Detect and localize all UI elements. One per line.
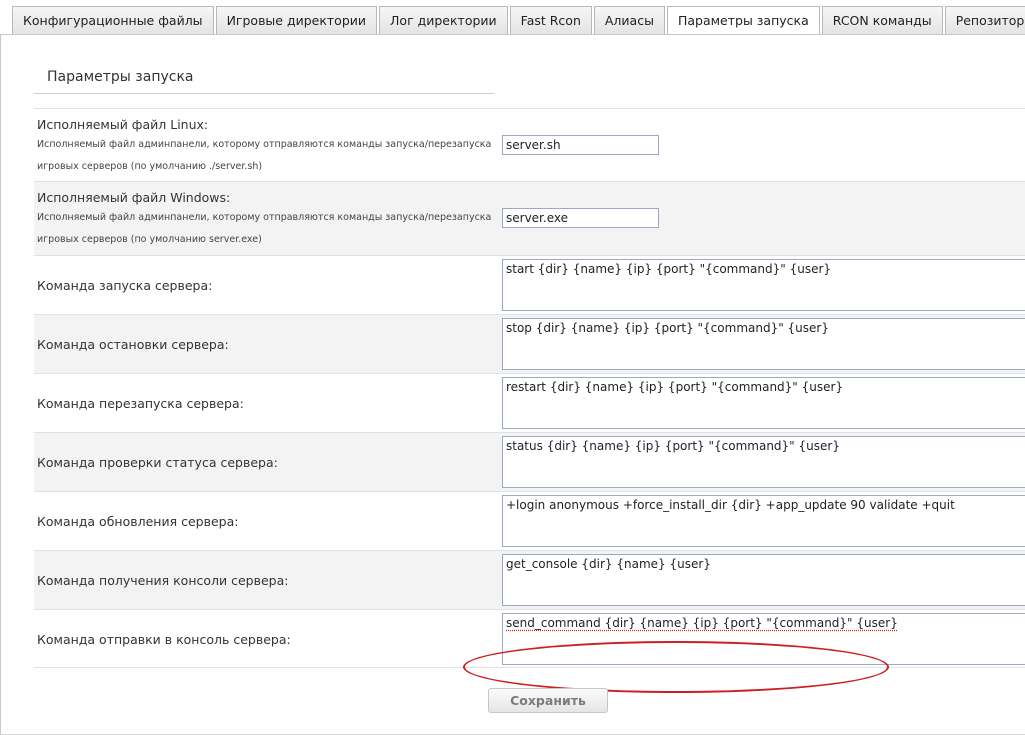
- console-command-label: Команда получения консоли сервера:: [37, 573, 289, 588]
- console-command-input[interactable]: get_console {dir} {name} {user}: [502, 554, 1025, 606]
- status-command-label: Команда проверки статуса сервера:: [37, 455, 278, 470]
- send-command-input[interactable]: send_command {dir} {name} {ip} {port} "{…: [502, 613, 1025, 665]
- form-row-stop-command: Команда остановки сервера: stop {dir} {n…: [34, 314, 1025, 373]
- form-row-restart-command: Команда перезапуска сервера: restart {di…: [34, 373, 1025, 432]
- windows-executable-description: Исполняемый файл админпанели, которому о…: [37, 212, 492, 245]
- form-row-send-command: Команда отправки в консоль сервера: send…: [34, 609, 1025, 668]
- windows-executable-label: Исполняемый файл Windows:: [37, 190, 231, 205]
- form-row-linux-executable: Исполняемый файл Linux: Исполняемый файл…: [34, 108, 1025, 181]
- section-title: Параметры запуска: [47, 69, 194, 85]
- tab-launch-parameters[interactable]: Параметры запуска: [666, 6, 820, 35]
- linux-executable-description: Исполняемый файл админпанели, которому о…: [37, 139, 492, 172]
- save-button[interactable]: Сохранить: [488, 688, 608, 713]
- status-command-input[interactable]: status {dir} {name} {ip} {port} "{comman…: [502, 436, 1025, 488]
- linux-executable-label: Исполняемый файл Linux:: [37, 117, 209, 132]
- start-command-label: Команда запуска сервера:: [37, 278, 213, 293]
- send-command-label: Команда отправки в консоль сервера:: [37, 632, 291, 647]
- windows-executable-input[interactable]: [502, 208, 659, 228]
- stop-command-label: Команда остановки сервера:: [37, 337, 229, 352]
- form-row-status-command: Команда проверки статуса сервера: status…: [34, 432, 1025, 491]
- start-command-input[interactable]: start {dir} {name} {ip} {port} "{command…: [502, 259, 1025, 311]
- tab-aliases[interactable]: Алиасы: [593, 6, 665, 35]
- linux-executable-input[interactable]: [502, 135, 659, 155]
- tab-config-files[interactable]: Конфигурационные файлы: [12, 6, 214, 35]
- settings-panel: Параметры запуска Исполняемый файл Linux…: [0, 34, 1025, 735]
- form-row-start-command: Команда запуска сервера: start {dir} {na…: [34, 255, 1025, 314]
- tab-rcon-commands[interactable]: RCON команды: [821, 6, 943, 35]
- restart-command-label: Команда перезапуска сервера:: [37, 396, 244, 411]
- stop-command-input[interactable]: stop {dir} {name} {ip} {port} "{command}…: [502, 318, 1025, 370]
- form-row-console-command: Команда получения консоли сервера: get_c…: [34, 550, 1025, 609]
- tab-log-directories[interactable]: Лог директории: [379, 6, 508, 35]
- tab-fast-rcon[interactable]: Fast Rcon: [509, 6, 592, 35]
- restart-command-input[interactable]: restart {dir} {name} {ip} {port} "{comma…: [502, 377, 1025, 429]
- form-row-update-command: Команда обновления сервера: +login anony…: [34, 491, 1025, 550]
- update-command-label: Команда обновления сервера:: [37, 514, 239, 529]
- tab-repositories[interactable]: Репозитории: [944, 6, 1025, 35]
- update-command-input[interactable]: +login anonymous +force_install_dir {dir…: [502, 495, 1025, 547]
- tab-bar: Конфигурационные файлы Игровые директори…: [12, 6, 1025, 35]
- tab-game-directories[interactable]: Игровые директории: [215, 6, 378, 35]
- form-row-windows-executable: Исполняемый файл Windows: Исполняемый фа…: [34, 181, 1025, 255]
- section-divider: [34, 93, 494, 94]
